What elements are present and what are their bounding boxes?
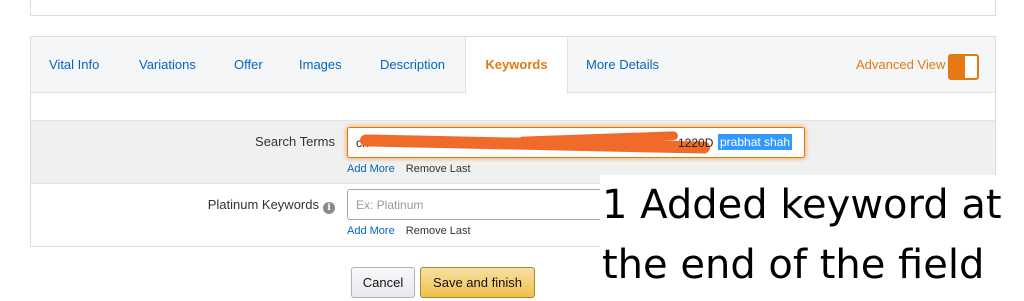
tab-more-details[interactable]: More Details: [586, 37, 659, 93]
platinum-keywords-actions: Add More Remove Last: [347, 225, 471, 237]
tab-vital-info[interactable]: Vital Info: [49, 37, 99, 93]
platinum-remove-last-link[interactable]: Remove Last: [406, 225, 471, 237]
info-icon[interactable]: i: [323, 202, 335, 214]
platinum-add-more-link[interactable]: Add More: [347, 225, 395, 237]
search-terms-actions: Add More Remove Last: [347, 163, 471, 175]
cancel-button[interactable]: Cancel: [351, 267, 415, 298]
advanced-view-toggle[interactable]: [948, 54, 979, 80]
search-terms-value-tail: 1220D: [678, 136, 714, 150]
platinum-keywords-label-wrap: Platinum Keywords i: [208, 197, 335, 214]
previous-section-card: [30, 0, 996, 16]
search-terms-add-more-link[interactable]: Add More: [347, 163, 395, 175]
annotation-line-2: the end of the field: [602, 242, 985, 288]
tab-offer[interactable]: Offer: [234, 37, 263, 93]
tab-bar: Vital Info Variations Offer Images Descr…: [31, 37, 995, 94]
platinum-keywords-placeholder: Ex: Platinum: [356, 198, 424, 212]
advanced-view-label: Advanced View: [856, 57, 946, 72]
save-and-finish-button[interactable]: Save and finish: [420, 267, 535, 298]
tab-variations[interactable]: Variations: [139, 37, 196, 93]
annotation-overlay: 1 Added keyword at the end of the field: [600, 175, 1024, 301]
search-terms-selected-keyword: prabhat shah: [718, 134, 793, 150]
platinum-keywords-label: Platinum Keywords: [207, 197, 319, 212]
annotation-line-1: 1 Added keyword at: [602, 182, 1002, 228]
search-terms-label: Search Terms: [255, 134, 335, 149]
search-terms-remove-last-link[interactable]: Remove Last: [406, 163, 471, 175]
search-terms-input[interactable]: ch 1220D prabhat shah: [347, 127, 805, 158]
toggle-knob: [964, 56, 977, 78]
tab-images[interactable]: Images: [299, 37, 342, 93]
tab-keywords[interactable]: Keywords: [465, 37, 568, 94]
tab-description[interactable]: Description: [380, 37, 445, 93]
